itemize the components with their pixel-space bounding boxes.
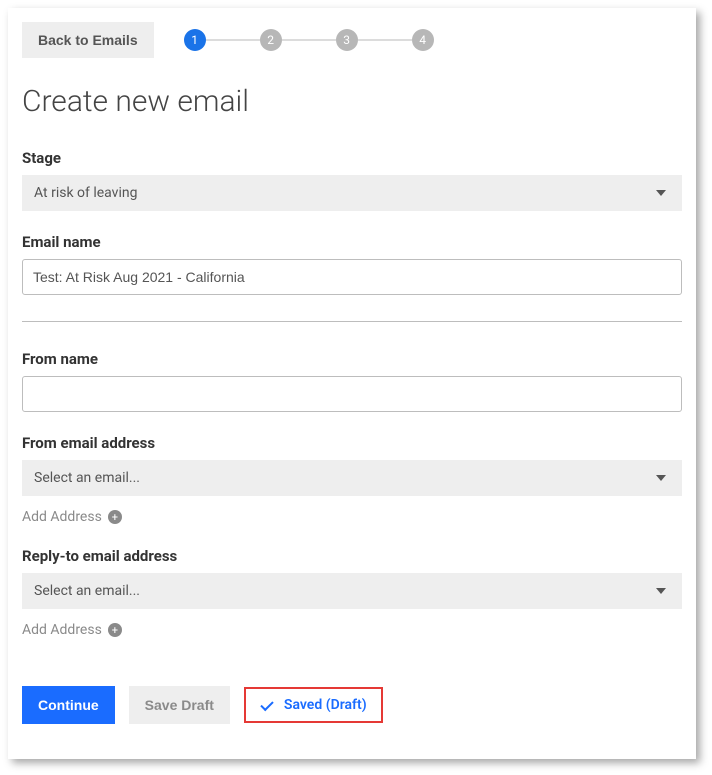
back-to-emails-button[interactable]: Back to Emails	[22, 22, 154, 58]
plus-icon: +	[108, 623, 122, 637]
plus-icon: +	[108, 510, 122, 524]
save-draft-button[interactable]: Save Draft	[129, 686, 230, 724]
from-email-label: From email address	[22, 434, 682, 452]
email-name-label: Email name	[22, 233, 682, 251]
add-from-address-label: Add Address	[22, 509, 102, 525]
reply-to-label: Reply-to email address	[22, 547, 682, 565]
step-3[interactable]: 3	[336, 29, 358, 51]
page-title: Create new email	[22, 84, 682, 119]
stage-label: Stage	[22, 149, 682, 167]
footer: Continue Save Draft Saved (Draft)	[22, 686, 682, 724]
divider	[22, 321, 682, 322]
check-icon	[260, 698, 274, 712]
add-reply-to-address-label: Add Address	[22, 622, 102, 638]
chevron-down-icon	[656, 475, 666, 481]
step-line	[206, 39, 260, 41]
step-line	[282, 39, 336, 41]
chevron-down-icon	[656, 190, 666, 196]
from-name-input[interactable]	[22, 376, 682, 412]
reply-to-select[interactable]: Select an email...	[22, 573, 682, 609]
from-email-selected-value: Select an email...	[34, 470, 140, 486]
add-from-address-link[interactable]: Add Address +	[22, 509, 122, 525]
step-line	[358, 39, 412, 41]
step-4[interactable]: 4	[412, 29, 434, 51]
email-name-input[interactable]	[22, 259, 682, 295]
from-email-select[interactable]: Select an email...	[22, 460, 682, 496]
saved-draft-label: Saved (Draft)	[284, 697, 367, 713]
stage-select[interactable]: At risk of leaving	[22, 175, 682, 211]
continue-button[interactable]: Continue	[22, 686, 115, 724]
add-reply-to-address-link[interactable]: Add Address +	[22, 622, 122, 638]
stage-selected-value: At risk of leaving	[34, 185, 137, 201]
topbar: Back to Emails 1 2 3 4	[22, 22, 682, 58]
chevron-down-icon	[656, 588, 666, 594]
saved-draft-badge: Saved (Draft)	[244, 687, 383, 723]
step-2[interactable]: 2	[260, 29, 282, 51]
step-1[interactable]: 1	[184, 29, 206, 51]
from-name-label: From name	[22, 350, 682, 368]
page-container: Back to Emails 1 2 3 4 Create new email …	[8, 8, 696, 759]
stepper: 1 2 3 4	[184, 29, 434, 51]
reply-to-selected-value: Select an email...	[34, 583, 140, 599]
